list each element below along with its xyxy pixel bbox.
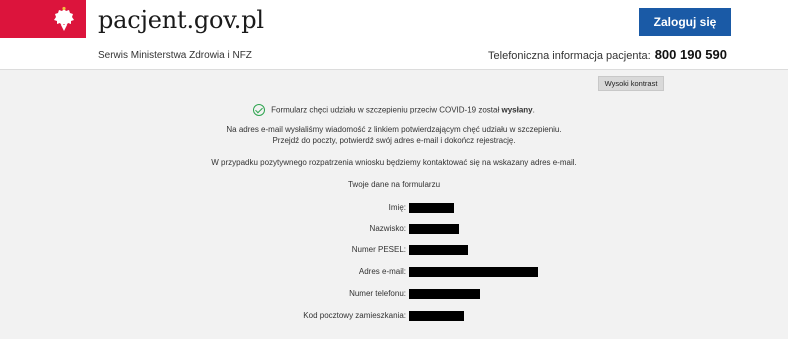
field-row-phone: Numer telefonu: [0, 289, 788, 299]
success-text-suffix: . [532, 105, 535, 115]
emblem-box[interactable] [0, 0, 86, 38]
patient-phone-info: Telefoniczna informacja pacjenta: 800 190… [488, 47, 727, 62]
field-label: Numer telefonu: [349, 289, 406, 298]
field-label: Nazwisko: [369, 224, 406, 233]
login-button[interactable]: Zaloguj się [639, 8, 731, 36]
redacted-value [409, 245, 468, 255]
email-info-line-1: Na adres e-mail wysłaliśmy wiadomość z l… [226, 125, 562, 134]
high-contrast-button[interactable]: Wysoki kontrast [598, 76, 664, 91]
field-row-pesel: Numer PESEL: [0, 245, 788, 255]
field-row-last-name: Nazwisko: [0, 224, 788, 234]
field-label: Kod pocztowy zamieszkania: [303, 311, 406, 320]
redacted-value [409, 203, 454, 213]
data-title: Twoje dane na formularzu [347, 180, 441, 189]
success-text: Formularz chęci udziału w szczepieniu pr… [271, 106, 535, 115]
site-header: pacjent.gov.pl Zaloguj się Serwis Minist… [0, 0, 788, 70]
field-label: Numer PESEL: [351, 245, 406, 254]
phone-number[interactable]: 800 190 590 [655, 47, 727, 62]
field-label: Imię: [388, 203, 406, 212]
redacted-value [409, 224, 459, 234]
field-label: Adres e-mail: [358, 267, 406, 276]
success-text-bold: wysłany [501, 105, 533, 115]
success-text-prefix: Formularz chęci udziału w szczepieniu pr… [271, 105, 500, 115]
field-row-postal-code: Kod pocztowy zamieszkania: [0, 311, 788, 321]
site-name[interactable]: pacjent.gov.pl [98, 6, 264, 34]
field-row-first-name: Imię: [0, 203, 788, 213]
contact-info: W przypadku pozytywnego rozpatrzenia wni… [211, 158, 577, 167]
redacted-value [409, 289, 480, 299]
success-message: Formularz chęci udziału w szczepieniu pr… [0, 104, 788, 116]
redacted-value [409, 267, 538, 277]
ministry-caption: Serwis Ministerstwa Zdrowia i NFZ [98, 50, 252, 61]
email-info-line-2: Przejdź do poczty, potwierdź swój adres … [272, 136, 516, 145]
field-row-email: Adres e-mail: [0, 267, 788, 277]
redacted-value [409, 311, 464, 321]
success-check-icon [253, 104, 266, 116]
phone-label: Telefoniczna informacja pacjenta: [488, 50, 651, 62]
polish-eagle-icon [54, 6, 74, 31]
